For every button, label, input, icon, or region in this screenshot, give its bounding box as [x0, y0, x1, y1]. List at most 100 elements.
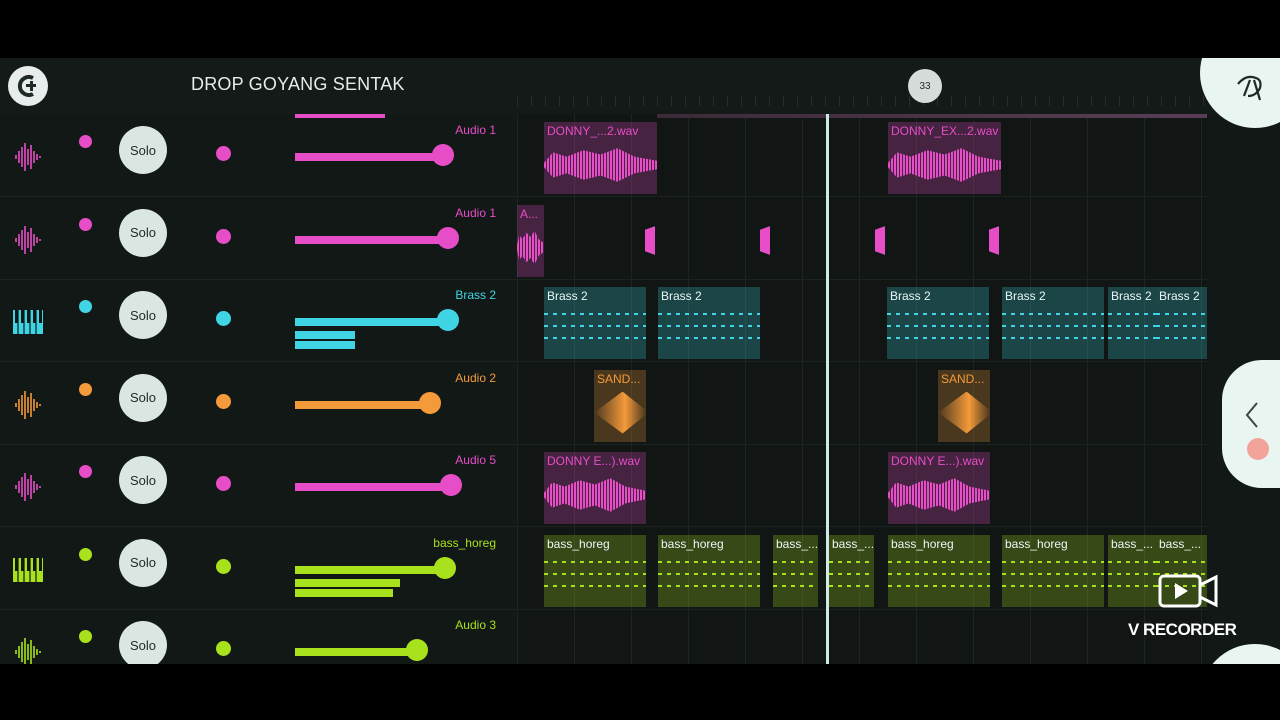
solo-button[interactable]: Solo [119, 291, 167, 339]
mute-toggle[interactable] [79, 300, 92, 313]
track-name[interactable]: Audio 3 [455, 618, 496, 632]
clip-waveform [544, 325, 646, 327]
volume-slider-track[interactable] [295, 483, 448, 491]
solo-button[interactable]: Solo [119, 621, 167, 664]
volume-slider-track[interactable] [295, 153, 440, 161]
timeline-lane[interactable] [517, 197, 1207, 280]
mute-toggle[interactable] [79, 135, 92, 148]
track-header: Solo Audio 3 [0, 609, 517, 664]
bird-icon [1237, 75, 1262, 101]
clip-waveform [544, 337, 646, 339]
mute-toggle[interactable] [79, 630, 92, 643]
volume-slider-handle[interactable] [406, 639, 428, 661]
solo-button[interactable]: Solo [119, 373, 167, 422]
track-name[interactable]: Audio 2 [455, 371, 496, 385]
audio-clip[interactable]: DONNY E...).wav [544, 452, 646, 524]
audio-clip[interactable]: bass_... [1108, 534, 1156, 607]
waveform-icon[interactable] [12, 389, 44, 421]
solo-button[interactable]: Solo [119, 456, 167, 504]
audio-clip[interactable]: Brass 2 [1108, 287, 1156, 359]
piano-keys-icon[interactable] [12, 306, 44, 338]
audio-clip[interactable]: DONNY E...).wav [888, 452, 990, 524]
clip-waveform [658, 313, 760, 315]
volume-slider-handle[interactable] [437, 309, 459, 331]
piano-keys-icon[interactable] [12, 554, 44, 586]
volume-slider-handle[interactable] [437, 226, 459, 249]
audio-clip[interactable]: DONNY_...2.wav [544, 122, 657, 194]
audio-clip[interactable]: bass_... [829, 534, 874, 607]
clip-label: Brass 2 [547, 289, 588, 303]
volume-slider-handle[interactable] [419, 391, 441, 414]
waveform-icon[interactable] [12, 141, 44, 173]
audio-clip[interactable]: Brass 2 [658, 287, 760, 359]
waveform-icon[interactable] [12, 636, 44, 664]
track-name[interactable]: Audio 1 [455, 206, 496, 220]
clip-waveform [544, 560, 646, 563]
clip-waveform [829, 584, 874, 587]
waveform-icon[interactable] [12, 224, 44, 256]
clip-waveform [887, 325, 989, 327]
volume-slider-handle[interactable] [440, 474, 462, 496]
clip-label: bass_... [776, 536, 818, 551]
bar-marker[interactable]: 33 [908, 69, 942, 103]
audio-clip[interactable]: bass_horeg [1002, 534, 1104, 607]
volume-slider-handle[interactable] [434, 556, 456, 579]
pan-knob[interactable] [216, 476, 231, 491]
volume-slider-handle[interactable] [432, 144, 454, 166]
audio-clip[interactable]: bass_horeg [544, 534, 646, 607]
pan-knob[interactable] [216, 558, 231, 574]
clip-label: bass_... [1159, 536, 1202, 551]
clip-label: DONNY E...).wav [547, 454, 641, 468]
pan-knob[interactable] [216, 393, 231, 409]
audio-clip[interactable]: Brass 2 [887, 287, 989, 359]
track-name[interactable]: bass_horeg [433, 536, 496, 550]
volume-slider-track[interactable] [295, 318, 445, 326]
audio-clip[interactable]: DONNY_EX...2.wav [888, 122, 1001, 194]
pan-knob[interactable] [216, 311, 231, 326]
mute-toggle[interactable] [79, 217, 92, 231]
clip-waveform [888, 148, 1001, 182]
volume-slider-track[interactable] [295, 235, 445, 244]
mute-toggle[interactable] [79, 547, 92, 561]
app-logo-icon[interactable] [8, 66, 48, 106]
audio-clip[interactable]: Brass 2 [544, 287, 646, 359]
clip-waveform [544, 148, 657, 182]
track-name[interactable]: Audio 5 [455, 453, 496, 467]
audio-clip[interactable]: Brass 2 [1002, 287, 1104, 359]
timeline-ruler[interactable] [517, 96, 1207, 106]
volume-slider-track[interactable] [295, 648, 414, 656]
top-bar: DROP GOYANG SENTAK 33 [0, 58, 1280, 128]
volume-slider-track[interactable] [295, 400, 427, 409]
volume-slider-track[interactable] [295, 565, 442, 574]
clip-waveform [658, 560, 760, 563]
solo-button[interactable]: Solo [119, 208, 167, 257]
audio-clip[interactable]: bass_horeg [888, 534, 990, 607]
clip-label: Brass 2 [890, 289, 931, 303]
pan-knob[interactable] [216, 228, 231, 244]
bottom-right-button[interactable] [1200, 644, 1280, 664]
track-name[interactable]: Brass 2 [455, 288, 496, 302]
timeline-lane[interactable] [517, 609, 1207, 664]
audio-clip[interactable]: SAND... [938, 369, 990, 442]
solo-button[interactable]: Solo [119, 126, 167, 174]
mute-toggle[interactable] [79, 382, 92, 396]
pan-knob[interactable] [216, 146, 231, 161]
audio-clip[interactable]: bass_horeg [658, 534, 760, 607]
track-name[interactable]: Audio 1 [455, 123, 496, 137]
recorder-watermark: V RECORDER [1128, 620, 1237, 639]
arrangement-timeline[interactable]: DONNY_...2.wav DONNY_EX...2.wav A... Brass … [517, 114, 1207, 664]
corner-menu-button[interactable] [1200, 58, 1280, 128]
clip-waveform [1108, 572, 1156, 575]
audio-clip[interactable]: bass_... [773, 534, 818, 607]
audio-clip[interactable]: A... [517, 204, 544, 277]
clip-label: A... [520, 206, 539, 221]
playhead[interactable] [826, 114, 829, 664]
audio-clip[interactable]: SAND... [594, 369, 646, 442]
mute-toggle[interactable] [79, 465, 92, 478]
waveform-icon[interactable] [12, 471, 44, 503]
project-title: DROP GOYANG SENTAK [191, 74, 405, 94]
solo-button[interactable]: Solo [119, 538, 167, 587]
side-panel-handle[interactable] [1222, 360, 1280, 488]
pan-knob[interactable] [216, 641, 231, 656]
audio-clip[interactable]: Brass 2 [1156, 287, 1207, 359]
